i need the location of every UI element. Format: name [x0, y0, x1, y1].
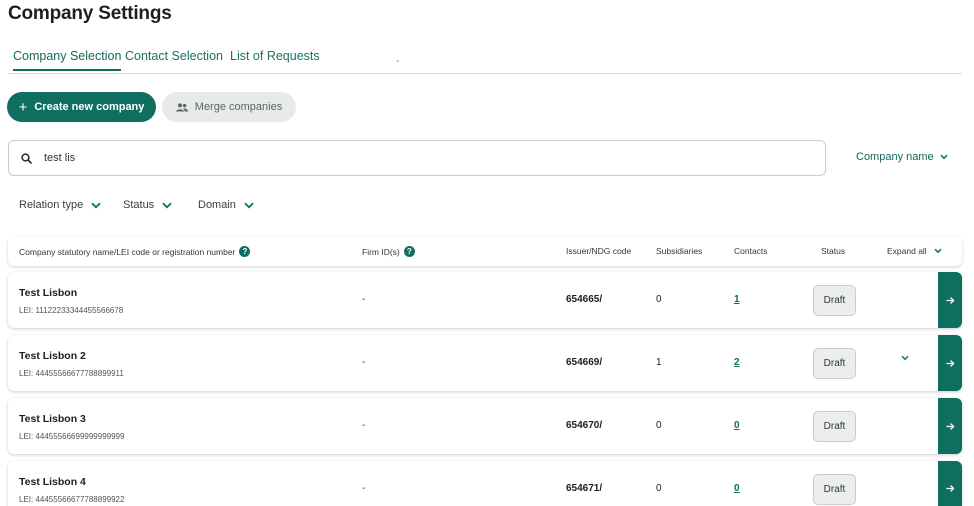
company-name: Test Lisbon 2 [19, 350, 86, 362]
contacts-link[interactable]: 1 [734, 294, 740, 305]
question-icon[interactable]: ? [239, 246, 251, 257]
expand-all-label: Expand all [887, 246, 927, 256]
chevron-down-icon [901, 355, 909, 361]
table-row: Test Lisbon 4 LEI: 44455566677788899922 … [8, 461, 962, 506]
search-icon [21, 152, 32, 164]
open-company-button[interactable] [938, 461, 962, 506]
group-icon [175, 102, 188, 112]
tab-separator: - [396, 56, 400, 67]
firm-id: - [362, 483, 366, 494]
merge-companies-button[interactable]: Merge companies [162, 92, 296, 122]
firm-id: - [362, 420, 366, 431]
firm-id: - [362, 357, 366, 368]
subsidiaries-count: 0 [656, 294, 662, 305]
sort-label: Company name [856, 151, 934, 163]
page-title: Company Settings [8, 3, 172, 24]
company-lei: LEI: 44455566677788899922 [19, 495, 125, 504]
open-company-button[interactable] [938, 398, 962, 454]
domain-filter-label: Domain [198, 199, 236, 211]
company-lei: LEI: 11122233344455566678 [19, 306, 124, 315]
chevron-down-icon [91, 202, 101, 209]
open-company-button[interactable] [938, 272, 962, 328]
company-name: Test Lisbon 3 [19, 413, 86, 425]
table-row: Test Lisbon LEI: 11122233344455566678 - … [8, 272, 962, 328]
header-contacts: Contacts [734, 246, 768, 256]
arrow-right-icon [946, 484, 955, 493]
tab-company-selection[interactable]: Company Selection [13, 49, 122, 71]
contacts-link[interactable]: 0 [734, 420, 740, 431]
company-lei: LEI: 44455566699999999999 [19, 432, 125, 441]
open-company-button[interactable] [938, 335, 962, 391]
table-header: Company statutory name/LEI code or regis… [8, 237, 962, 266]
firm-id: - [362, 294, 366, 305]
chevron-down-icon [934, 248, 942, 254]
chevron-down-icon [162, 202, 172, 209]
header-subsidiaries: Subsidiaries [656, 246, 702, 256]
arrow-right-icon [946, 422, 955, 431]
create-new-company-label: Create new company [34, 101, 145, 113]
header-company-name: Company statutory name/LEI code or regis… [19, 246, 251, 257]
header-contacts-label: Contacts [734, 246, 768, 256]
merge-companies-label: Merge companies [194, 101, 283, 113]
expand-row-button[interactable] [901, 355, 909, 361]
contacts-link[interactable]: 2 [734, 357, 740, 368]
domain-filter[interactable]: Domain [198, 199, 254, 211]
subsidiaries-count: 0 [656, 483, 662, 494]
company-lei: LEI: 44455566677788899911 [19, 369, 124, 378]
status-badge: Draft [813, 348, 856, 379]
status-badge: Draft [813, 411, 856, 442]
company-name: Test Lisbon 4 [19, 476, 86, 488]
expand-all-button[interactable]: Expand all [887, 246, 942, 256]
table-row: Test Lisbon 3 LEI: 44455566699999999999 … [8, 398, 962, 454]
sort-dropdown[interactable]: Company name [856, 151, 948, 163]
issuer-code: 654669/ [566, 357, 603, 368]
subsidiaries-count: 0 [656, 420, 662, 431]
header-issuer-label: Issuer/NDG code [566, 246, 632, 256]
chevron-down-icon [940, 154, 948, 160]
status-filter[interactable]: Status [123, 199, 172, 211]
arrow-right-icon [946, 296, 955, 305]
arrow-right-icon [946, 359, 955, 368]
table-row: Test Lisbon 2 LEI: 44455566677788899911 … [8, 335, 962, 391]
search-input[interactable] [42, 151, 742, 165]
header-status: Status [821, 246, 845, 256]
issuer-code: 654671/ [566, 483, 603, 494]
plus-icon: + [18, 98, 28, 116]
tab-list-of-requests[interactable]: List of Requests [230, 49, 320, 69]
status-badge: Draft [813, 474, 856, 505]
header-company-name-label: Company statutory name/LEI code or regis… [19, 246, 236, 257]
status-badge: Draft [813, 285, 856, 316]
header-subsidiaries-label: Subsidiaries [656, 246, 703, 256]
subsidiaries-count: 1 [656, 357, 662, 368]
issuer-code: 654665/ [566, 294, 603, 305]
header-issuer: Issuer/NDG code [566, 246, 631, 256]
relation-type-label: Relation type [19, 199, 84, 211]
chevron-down-icon [244, 202, 254, 209]
company-name: Test Lisbon [19, 287, 78, 299]
relation-type-filter[interactable]: Relation type [19, 199, 101, 211]
contacts-link[interactable]: 0 [734, 483, 740, 494]
tab-contact-selection[interactable]: Contact Selection [125, 49, 223, 69]
header-firm-id: Firm ID(s) ? [362, 246, 415, 257]
question-icon[interactable]: ? [403, 246, 415, 257]
search-field [8, 140, 826, 176]
tab-bar: Company Selection Contact Selection List… [8, 46, 962, 74]
issuer-code: 654670/ [566, 420, 603, 431]
header-status-label: Status [821, 246, 846, 256]
status-filter-label: Status [123, 199, 155, 211]
header-firm-id-label: Firm ID(s) [362, 246, 400, 257]
create-new-company-button[interactable]: + Create new company [7, 92, 156, 122]
